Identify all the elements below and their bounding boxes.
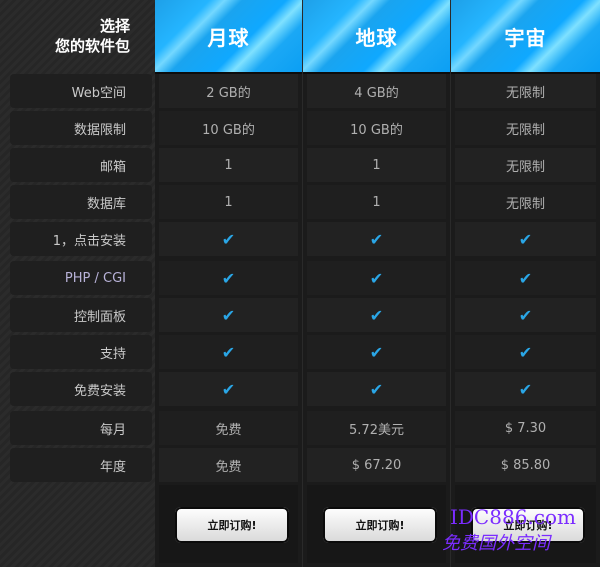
row-label: 1，点击安装 — [10, 222, 152, 256]
cell-value: 1 — [307, 185, 446, 219]
plan-column-universe: 宇宙 无限制 无限制 无限制 无限制 ✔ ✔ ✔ ✔ ✔ $ 7.30 $ 85… — [451, 0, 600, 567]
order-button[interactable]: 立即订购! — [175, 507, 289, 543]
cell-value: 无限制 — [455, 74, 596, 108]
plan-header: 地球 — [303, 0, 450, 74]
plan-footer: 立即订购! — [159, 485, 298, 563]
plan-column-moon: 月球 2 GB的 10 GB的 1 1 ✔ ✔ ✔ ✔ ✔ 免费 免费 立即订购… — [155, 0, 302, 567]
plan-column-earth: 地球 4 GB的 10 GB的 1 1 ✔ ✔ ✔ ✔ ✔ 5.72美元 $ 6… — [303, 0, 450, 567]
plan-footer: 立即订购! — [455, 485, 596, 563]
cell-value: 无限制 — [455, 148, 596, 182]
check-icon: ✔ — [159, 372, 298, 406]
check-icon: ✔ — [455, 222, 596, 256]
row-label: 数据限制 — [10, 111, 152, 145]
check-icon: ✔ — [159, 222, 298, 256]
cell-value: 4 GB的 — [307, 74, 446, 108]
row-label: 控制面板 — [10, 298, 152, 332]
cell-value: 免费 — [159, 448, 298, 482]
check-icon: ✔ — [159, 261, 298, 295]
check-icon: ✔ — [455, 372, 596, 406]
plan-header: 月球 — [155, 0, 302, 74]
cell-value: 2 GB的 — [159, 74, 298, 108]
title-line-2: 您的软件包 — [54, 37, 130, 55]
page-title: 选择 您的软件包 — [0, 0, 156, 72]
check-icon: ✔ — [307, 298, 446, 332]
check-icon: ✔ — [307, 372, 446, 406]
row-label: PHP / CGI — [10, 261, 152, 295]
cell-value: 1 — [159, 148, 298, 182]
check-icon: ✔ — [159, 298, 298, 332]
row-label: 支持 — [10, 335, 152, 369]
check-icon: ✔ — [455, 298, 596, 332]
check-icon: ✔ — [307, 261, 446, 295]
plan-footer: 立即订购! — [307, 485, 446, 563]
cell-value: $ 85.80 — [455, 448, 596, 482]
check-icon: ✔ — [307, 222, 446, 256]
check-icon: ✔ — [159, 335, 298, 369]
pricing-table: 选择 您的软件包 Web空间 数据限制 邮箱 数据库 1，点击安装 PHP / … — [0, 0, 600, 567]
check-icon: ✔ — [455, 335, 596, 369]
plan-header: 宇宙 — [451, 0, 600, 74]
title-line-1: 选择 — [99, 17, 130, 35]
cell-value: 10 GB的 — [307, 111, 446, 145]
row-label: 免费安装 — [10, 372, 152, 406]
order-button[interactable]: 立即订购! — [323, 507, 437, 543]
cell-value: 免费 — [159, 411, 298, 445]
cell-value: 10 GB的 — [159, 111, 298, 145]
order-button[interactable]: 立即订购! — [471, 507, 585, 543]
feature-label-column: 选择 您的软件包 Web空间 数据限制 邮箱 数据库 1，点击安装 PHP / … — [0, 0, 156, 567]
cell-value: 无限制 — [455, 185, 596, 219]
cell-value: 无限制 — [455, 111, 596, 145]
cell-value: 1 — [159, 185, 298, 219]
row-label: 每月 — [10, 411, 152, 445]
cell-value: 5.72美元 — [307, 411, 446, 445]
cell-value: $ 7.30 — [455, 411, 596, 445]
check-icon: ✔ — [455, 261, 596, 295]
check-icon: ✔ — [307, 335, 446, 369]
row-label: 数据库 — [10, 185, 152, 219]
cell-value: $ 67.20 — [307, 448, 446, 482]
row-label: Web空间 — [10, 74, 152, 108]
row-label: 邮箱 — [10, 148, 152, 182]
row-label: 年度 — [10, 448, 152, 482]
cell-value: 1 — [307, 148, 446, 182]
